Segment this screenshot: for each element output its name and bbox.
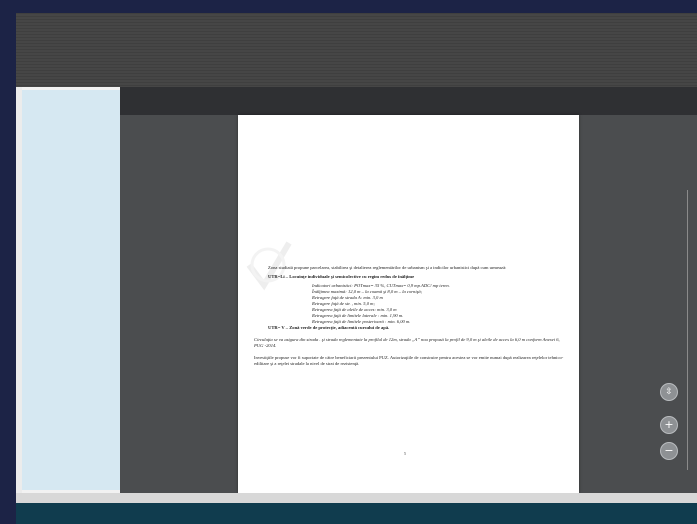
page-number: 5 bbox=[404, 451, 406, 456]
scrollbar[interactable] bbox=[687, 190, 688, 470]
header-banner bbox=[16, 13, 697, 87]
investments-paragraph: Investiţiile propuse vor fi suportate de… bbox=[254, 355, 564, 366]
bottom-strip bbox=[16, 493, 697, 503]
zoom-in-button[interactable]: + bbox=[660, 416, 678, 434]
intro-paragraph: Zona studiată propune parcelarea, stabil… bbox=[268, 265, 507, 270]
utr-v-heading: UTR= V – Zonă verde de protecţie, adiace… bbox=[268, 325, 390, 330]
document-page: Zona studiată propune parcelarea, stabil… bbox=[238, 115, 579, 493]
footer-bar bbox=[16, 503, 697, 524]
zoom-out-button[interactable]: − bbox=[660, 442, 678, 460]
circulation-paragraph: Circulaţia se va asigura din strada . şi… bbox=[254, 337, 560, 348]
pdf-viewer[interactable]: Zona studiată propune parcelarea, stabil… bbox=[120, 87, 697, 493]
side-panel bbox=[22, 90, 120, 490]
utr-li-heading: UTR=Li – Locuinţe individuale şi semicol… bbox=[268, 274, 415, 279]
document-text: Zona studiată propune parcelarea, stabil… bbox=[254, 265, 566, 370]
document-viewer-frame: Zona studiată propune parcelarea, stabil… bbox=[16, 13, 697, 524]
viewer-toolbar bbox=[120, 87, 697, 115]
fit-page-button[interactable]: ⇳ bbox=[660, 383, 678, 401]
